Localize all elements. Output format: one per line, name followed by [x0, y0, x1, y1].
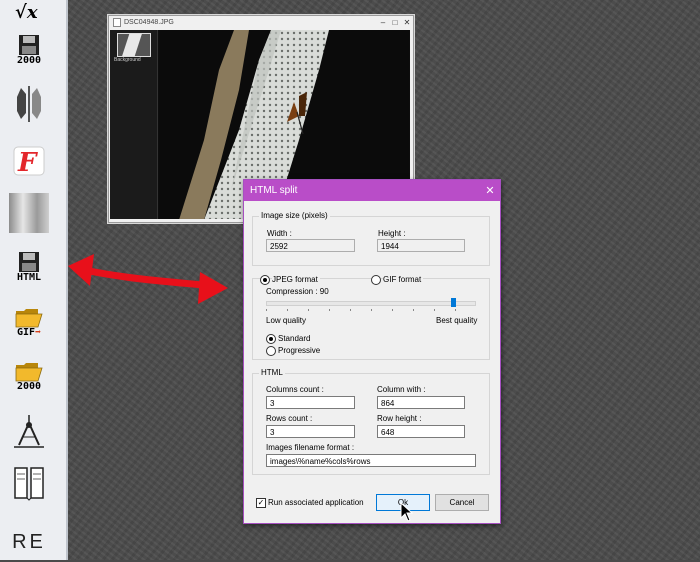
- flip-icon: [17, 86, 41, 122]
- cancel-button[interactable]: Cancel: [435, 494, 489, 511]
- layer-thumbnail[interactable]: [117, 33, 151, 57]
- gradient-button[interactable]: [8, 193, 50, 233]
- font-button[interactable]: F: [8, 140, 50, 180]
- open-folder-icon: [15, 309, 43, 328]
- height-field[interactable]: 1944: [377, 239, 465, 252]
- svg-text:F: F: [17, 148, 38, 177]
- standard-label[interactable]: Standard: [278, 334, 310, 343]
- column-width-field[interactable]: 864: [377, 396, 465, 409]
- image-window-titlebar[interactable]: DSC04948.JPG – □ ✕: [109, 16, 413, 28]
- mouse-cursor-icon: [400, 502, 414, 522]
- columns-count-field[interactable]: 3: [266, 396, 355, 409]
- book-icon: [14, 467, 44, 501]
- html-split-dialog[interactable]: HTML split ✕ Image size (pixels) Width :…: [243, 179, 501, 524]
- slider-thumb[interactable]: [451, 298, 456, 307]
- image-size-label: Image size (pixels): [259, 211, 330, 220]
- progressive-label[interactable]: Progressive: [278, 346, 320, 355]
- compass-button[interactable]: [8, 412, 50, 452]
- column-width-label: Column with :: [377, 385, 426, 394]
- dialog-title: HTML split: [250, 185, 298, 196]
- open-gif-caption: GIF➡: [16, 327, 42, 338]
- save-2000-button[interactable]: 2000: [8, 30, 50, 70]
- low-quality-label: Low quality: [266, 316, 307, 325]
- save-2000-caption: 2000: [16, 55, 42, 66]
- width-label: Width :: [267, 229, 292, 238]
- document-icon: [113, 17, 121, 27]
- flip-button[interactable]: [8, 84, 50, 124]
- minimize-button[interactable]: –: [377, 18, 389, 27]
- run-app-checkbox[interactable]: ✓: [256, 498, 266, 508]
- rows-count-label: Rows count :: [266, 414, 313, 423]
- html-label: HTML: [259, 368, 285, 377]
- tool-sidebar: √x 2000 F HTML GIF➡ 2000 RE: [0, 0, 68, 560]
- gif-format-label[interactable]: GIF format: [383, 275, 424, 284]
- save-html-caption: HTML: [16, 272, 42, 283]
- open-gif-button[interactable]: GIF➡: [8, 302, 50, 342]
- open-2000-button[interactable]: 2000: [8, 356, 50, 396]
- run-app-label[interactable]: Run associated application: [268, 498, 364, 507]
- image-window-title: DSC04948.JPG: [124, 18, 174, 26]
- floppy-disk-icon: [19, 252, 39, 272]
- close-button[interactable]: ✕: [401, 18, 413, 27]
- layer-label: Background: [114, 57, 141, 63]
- maximize-button[interactable]: □: [389, 18, 401, 27]
- row-height-label: Row height :: [377, 414, 422, 423]
- save-html-button[interactable]: HTML: [8, 247, 50, 287]
- dialog-titlebar[interactable]: HTML split ✕: [244, 180, 500, 201]
- book-button[interactable]: [8, 464, 50, 504]
- fx-icon: √x: [15, 2, 38, 22]
- compression-label: Compression : 90: [266, 287, 329, 296]
- text-icon: RE: [12, 530, 46, 553]
- jpeg-format-label[interactable]: JPEG format: [272, 275, 320, 284]
- slider-ticks: [266, 309, 476, 311]
- standard-radio[interactable]: [266, 334, 276, 344]
- row-height-field[interactable]: 648: [377, 425, 465, 438]
- dialog-close-icon[interactable]: ✕: [480, 184, 500, 197]
- text-button[interactable]: RE: [8, 522, 50, 562]
- rows-count-field[interactable]: 3: [266, 425, 355, 438]
- fx-tool-button[interactable]: √x: [8, 0, 50, 32]
- font-icon: F: [13, 146, 45, 177]
- open-2000-caption: 2000: [16, 381, 42, 392]
- double-arrow-icon: [68, 254, 228, 304]
- height-label: Height :: [378, 229, 406, 238]
- svg-text:√x: √x: [15, 2, 38, 22]
- layers-panel: Background: [110, 30, 158, 219]
- progressive-radio[interactable]: [266, 346, 276, 356]
- compression-slider[interactable]: [266, 298, 476, 312]
- columns-count-label: Columns count :: [266, 385, 324, 394]
- filename-format-field[interactable]: images\%name%cols%rows: [266, 454, 476, 467]
- gif-format-radio[interactable]: [371, 275, 381, 285]
- slider-track: [266, 301, 476, 306]
- open-folder-icon: [15, 363, 43, 382]
- filename-format-label: Images filename format :: [266, 443, 355, 452]
- jpeg-format-radio[interactable]: [260, 275, 270, 285]
- width-field[interactable]: 2592: [266, 239, 355, 252]
- compass-icon: [14, 415, 44, 448]
- gradient-icon: [9, 193, 49, 233]
- floppy-disk-icon: [19, 35, 39, 55]
- best-quality-label: Best quality: [436, 316, 478, 325]
